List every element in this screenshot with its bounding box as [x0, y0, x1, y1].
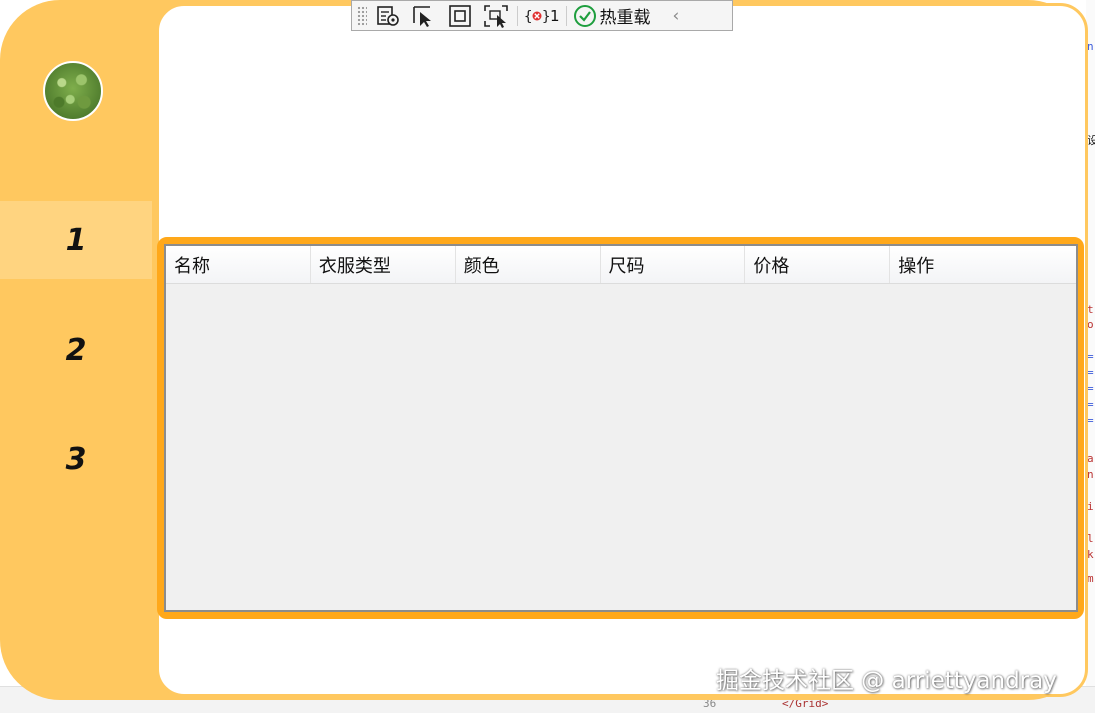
clothing-datagrid[interactable]: 名称 衣服类型 颜色 尺码 价格 操作	[164, 244, 1078, 612]
column-header-actions[interactable]: 操作	[890, 246, 1077, 283]
svg-text:}: }	[542, 9, 550, 25]
sidebar-item-label: 1	[65, 222, 87, 258]
svg-text:{: {	[524, 9, 532, 25]
sidebar-item-label: 3	[65, 441, 87, 477]
column-header-name[interactable]: 名称	[166, 246, 311, 283]
select-element-icon[interactable]	[373, 3, 403, 29]
layout-adorner-icon[interactable]	[445, 3, 475, 29]
sidebar-item-1[interactable]: 1	[0, 201, 152, 279]
column-header-color[interactable]: 颜色	[455, 246, 601, 283]
datagrid-header: 名称 衣服类型 颜色 尺码 价格 操作	[166, 246, 1077, 284]
chevron-left-icon[interactable]: ‹	[673, 6, 680, 26]
toolbar-divider	[517, 5, 518, 26]
datagrid-body	[166, 284, 1076, 648]
column-header-price[interactable]: 价格	[745, 246, 891, 283]
binding-failures-button[interactable]: { } 1	[524, 6, 560, 26]
hot-reload-status[interactable]: 热重载	[573, 3, 651, 28]
column-header-type[interactable]: 衣服类型	[310, 246, 456, 283]
binding-failures-icon: { }	[524, 9, 550, 25]
watermark: 掘金技术社区 @ arriettyandray	[716, 668, 1057, 694]
error-count: 1	[550, 6, 560, 25]
drag-grip-icon[interactable]	[357, 5, 367, 26]
sidebar-item-3[interactable]: 3	[0, 420, 152, 498]
hot-reload-label: 热重载	[599, 8, 651, 28]
sidebar: 1 2 3	[0, 0, 152, 700]
track-focus-icon[interactable]	[481, 3, 511, 29]
column-header-size[interactable]: 尺码	[600, 246, 746, 283]
avatar[interactable]	[43, 61, 103, 121]
check-circle-icon	[573, 4, 596, 27]
toolbar-divider	[565, 5, 567, 26]
sidebar-item-label: 2	[65, 332, 87, 368]
debug-toolbar: { } 1 热重载 ‹	[351, 0, 733, 31]
pointer-select-icon[interactable]	[409, 3, 439, 29]
sidebar-item-2[interactable]: 2	[0, 311, 152, 389]
